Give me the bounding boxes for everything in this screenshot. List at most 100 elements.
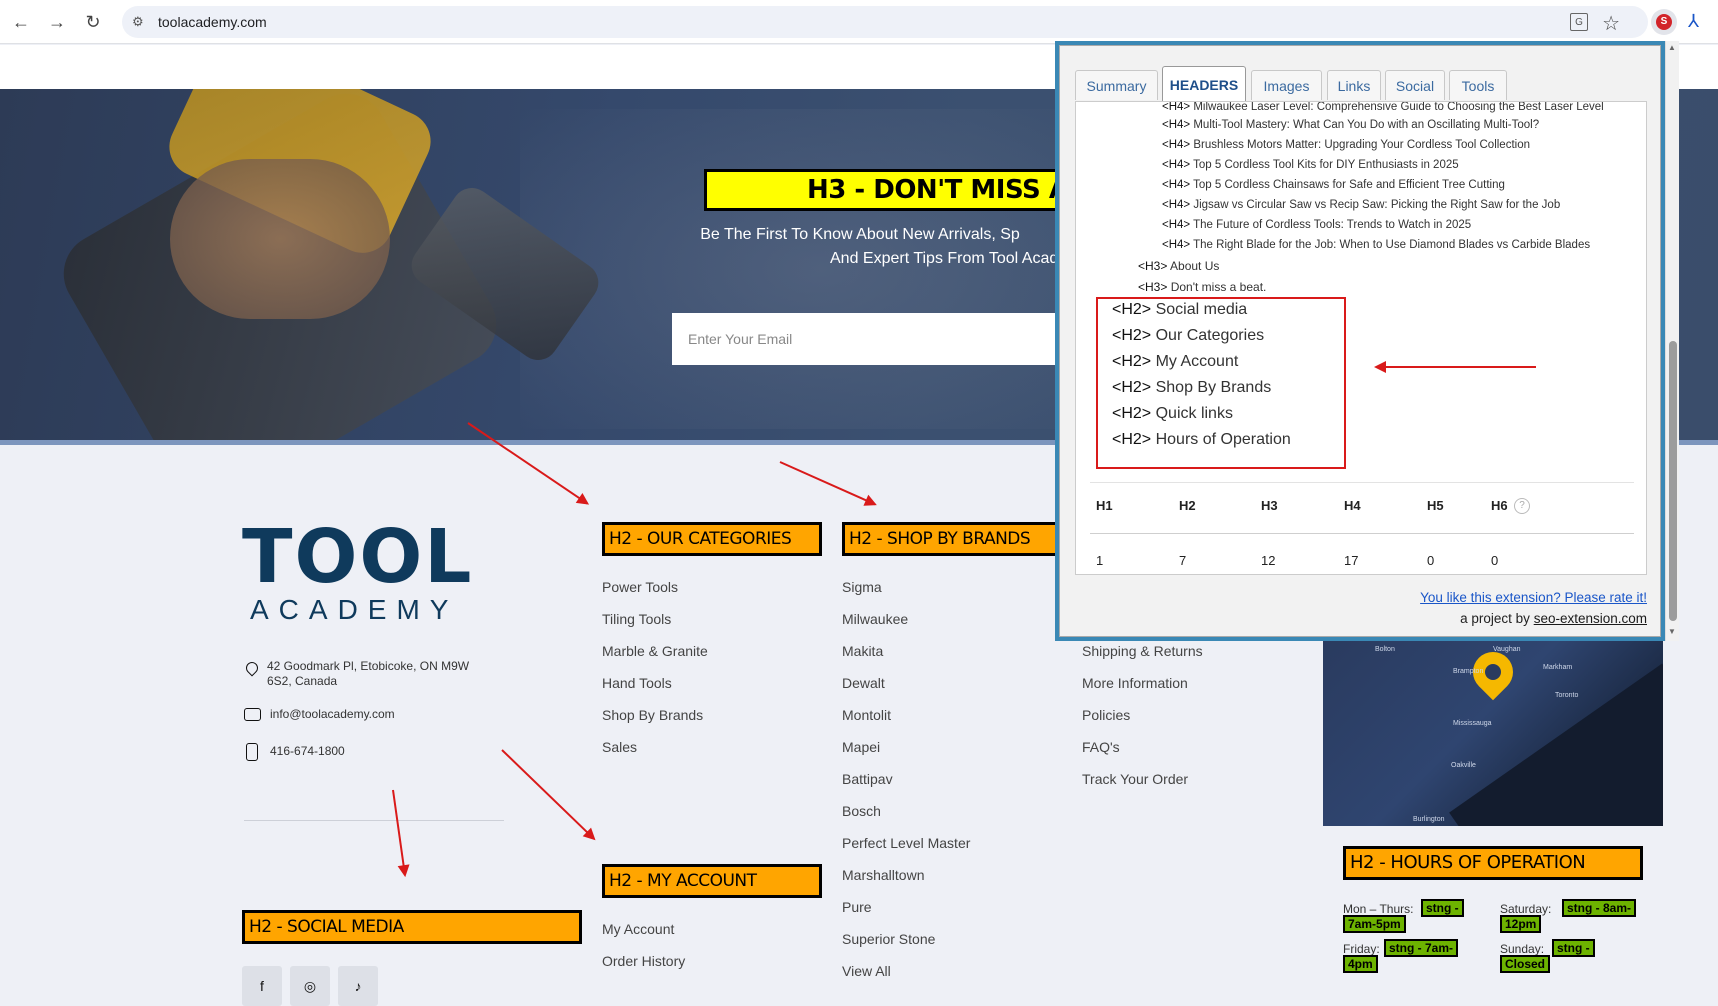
tab-headers[interactable]: HEADERS <box>1162 66 1246 102</box>
category-link[interactable]: Shop By Brands <box>602 706 708 738</box>
scroll-up-icon[interactable]: ▲ <box>1668 43 1676 52</box>
hours-value: stng - 7am- <box>1384 939 1459 957</box>
brand-link[interactable]: Milwaukee <box>842 610 970 642</box>
counts-divider <box>1090 533 1634 534</box>
account-list: My Account Order History <box>602 920 685 984</box>
header-row-h4: <H4> Top 5 Cordless Chainsaws for Safe a… <box>1162 179 1505 191</box>
tab-summary[interactable]: Summary <box>1075 70 1158 100</box>
scroll-thumb[interactable] <box>1669 341 1677 621</box>
help-icon[interactable]: ? <box>1514 498 1530 514</box>
categories-list: Power Tools Tiling Tools Marble & Granit… <box>602 578 708 770</box>
brand-link[interactable]: Montolit <box>842 706 970 738</box>
brand-link[interactable]: Sigma <box>842 578 970 610</box>
count-header: H6 <box>1491 498 1508 513</box>
annotation-box <box>1096 297 1346 469</box>
brand-link[interactable]: Marshalltown <box>842 866 970 898</box>
brand-link[interactable]: Superior Stone <box>842 930 970 962</box>
header-row-h4: <H4> Multi-Tool Mastery: What Can You Do… <box>1162 119 1540 131</box>
tab-tools[interactable]: Tools <box>1449 70 1507 100</box>
annotation-arrow <box>501 749 595 840</box>
quick-link[interactable]: Shipping & Returns <box>1082 642 1203 674</box>
tab-social[interactable]: Social <box>1385 70 1445 100</box>
header-row-h4: <H4> The Future of Cordless Tools: Trend… <box>1162 219 1472 231</box>
count-header: H5 <box>1427 498 1444 513</box>
hours-label: Saturday: <box>1500 902 1552 916</box>
project-link[interactable]: seo-extension.com <box>1534 611 1647 626</box>
address-bar[interactable]: ⚙ toolacademy.com G ☆ <box>122 6 1648 38</box>
category-link[interactable]: Tiling Tools <box>602 610 708 642</box>
annotation-arrow <box>779 461 876 506</box>
brand-link[interactable]: Pure <box>842 898 970 930</box>
map-label: Oakville <box>1451 762 1476 769</box>
count-header: H2 <box>1179 498 1196 513</box>
email-input[interactable] <box>672 313 1072 365</box>
rate-extension-link[interactable]: You like this extension? Please rate it! <box>1420 590 1647 605</box>
brand-link[interactable]: View All <box>842 962 970 994</box>
popup-scrollbar[interactable]: ▲ ▼ <box>1665 41 1679 641</box>
instagram-icon[interactable]: ◎ <box>290 966 330 1006</box>
reload-button[interactable]: ↻ <box>82 11 104 33</box>
seo-extension-button[interactable]: S <box>1651 9 1677 35</box>
facebook-icon[interactable]: f <box>242 966 282 1006</box>
bookmark-star-icon[interactable]: ☆ <box>1602 11 1620 36</box>
category-link[interactable]: Hand Tools <box>602 674 708 706</box>
map-label: Toronto <box>1555 692 1579 699</box>
hero-heading: H3 - DON'T MISS A BI <box>704 169 1064 211</box>
hours-heading: H2 - HOURS OF OPERATION <box>1343 846 1643 880</box>
location-pin-icon <box>243 659 261 677</box>
divider <box>244 820 504 821</box>
header-row-h3: <H3> Don't miss a beat. <box>1138 280 1267 294</box>
tab-links[interactable]: Links <box>1327 70 1381 100</box>
hours-value: stng - 8am- <box>1562 899 1637 917</box>
seo-extension-icon: S <box>1656 14 1672 30</box>
count-value: 0 <box>1427 553 1435 568</box>
map-label: Markham <box>1543 664 1573 671</box>
category-link[interactable]: Power Tools <box>602 578 708 610</box>
extension-icon[interactable]: ⅄ <box>1688 11 1710 33</box>
quick-link[interactable]: Track Your Order <box>1082 770 1203 802</box>
hours-label: Sunday: <box>1500 942 1545 956</box>
scroll-down-icon[interactable]: ▼ <box>1668 627 1676 636</box>
account-link[interactable]: My Account <box>602 920 685 952</box>
location-map[interactable]: Brampton Toronto Mississauga Oakville Bu… <box>1323 640 1663 826</box>
header-row-h4: <H4> Brushless Motors Matter: Upgrading … <box>1162 139 1530 151</box>
count-value: 7 <box>1179 553 1187 568</box>
url-text[interactable]: toolacademy.com <box>158 14 267 30</box>
tiktok-icon[interactable]: ♪ <box>338 966 378 1006</box>
brand-link[interactable]: Makita <box>842 642 970 674</box>
my-account-heading: H2 - MY ACCOUNT <box>602 864 822 898</box>
hero-subtitle-line2: And Expert Tips From Tool Acad <box>830 250 1059 267</box>
header-row-h4: <H4> The Right Blade for the Job: When t… <box>1162 239 1591 251</box>
contact-phone[interactable]: 416-674-1800 <box>270 744 345 759</box>
email-field-wrapper <box>672 313 1072 365</box>
map-label: Burlington <box>1413 816 1445 823</box>
count-header: H4 <box>1344 498 1361 513</box>
contact-email[interactable]: info@toolacademy.com <box>270 707 395 722</box>
category-link[interactable]: Sales <box>602 738 708 770</box>
category-link[interactable]: Marble & Granite <box>602 642 708 674</box>
brand-link[interactable]: Perfect Level Master <box>842 834 970 866</box>
quick-link[interactable]: Policies <box>1082 706 1203 738</box>
seo-extension-popup: Summary HEADERS Images Links Social Tool… <box>1055 41 1665 641</box>
hours-value: Closed <box>1500 955 1551 973</box>
hours-value: stng - <box>1421 899 1464 917</box>
account-link[interactable]: Order History <box>602 952 685 984</box>
back-button[interactable]: ← <box>10 11 32 33</box>
brand-link[interactable]: Battipav <box>842 770 970 802</box>
quick-link[interactable]: More Information <box>1082 674 1203 706</box>
logo-wordmark[interactable]: TOOL <box>242 520 473 594</box>
hours-value: stng - <box>1552 939 1595 957</box>
brand-link[interactable]: Mapei <box>842 738 970 770</box>
brand-link[interactable]: Bosch <box>842 802 970 834</box>
quick-link[interactable]: FAQ's <box>1082 738 1203 770</box>
forward-button[interactable]: → <box>46 11 68 33</box>
brand-link[interactable]: Dewalt <box>842 674 970 706</box>
hours-value: 4pm <box>1343 955 1378 973</box>
translate-icon[interactable]: G <box>1570 13 1588 31</box>
hours-value: 7am-5pm <box>1343 915 1406 933</box>
tab-images[interactable]: Images <box>1251 70 1322 100</box>
glove-image <box>170 159 390 319</box>
site-info-icon[interactable]: ⚙ <box>132 14 148 30</box>
brands-heading: H2 - SHOP BY BRANDS <box>842 522 1062 556</box>
hours-label: Friday: <box>1343 942 1380 956</box>
